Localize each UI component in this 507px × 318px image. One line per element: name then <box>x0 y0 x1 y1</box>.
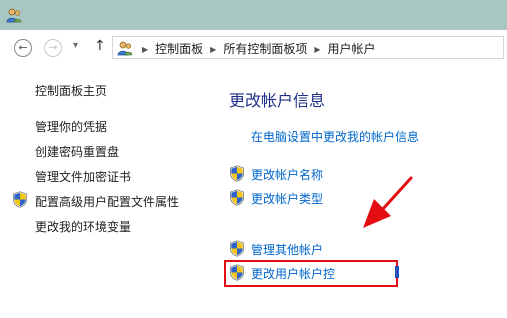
change-environment-variables-link[interactable]: 更改我的环境变量 <box>35 218 131 235</box>
text-cursor <box>395 266 399 278</box>
title-bar <box>0 0 507 30</box>
uac-shield-icon <box>13 191 27 208</box>
uac-shield-icon <box>230 189 244 206</box>
advanced-profile-properties-link[interactable]: 配置高级用户配置文件属性 <box>35 193 179 210</box>
breadcrumb-control-panel[interactable]: 控制面板 <box>155 42 203 56</box>
change-account-type-link[interactable]: 更改帐户类型 <box>251 190 323 207</box>
chevron-down-icon[interactable]: ▾ <box>73 40 78 51</box>
breadcrumb-all-items[interactable]: 所有控制面板项 <box>223 42 307 56</box>
create-reset-disk-link[interactable]: 创建密码重置盘 <box>35 143 119 160</box>
uac-shield-icon <box>230 240 244 257</box>
pc-settings-link[interactable]: 在电脑设置中更改我的帐户信息 <box>251 128 419 145</box>
chevron-right-icon[interactable]: ▶ <box>142 45 148 54</box>
change-account-name-link[interactable]: 更改帐户名称 <box>251 166 323 183</box>
chevron-right-icon[interactable]: ▶ <box>314 45 320 54</box>
navigation-bar: ← → ▾ ↑ ▶ 控制面板 ▶ 所有控制面板项 ▶ 用户帐户 <box>0 30 507 66</box>
manage-credentials-link[interactable]: 管理你的凭据 <box>35 118 107 135</box>
breadcrumb: ▶ 控制面板 ▶ 所有控制面板项 ▶ 用户帐户 <box>135 40 376 57</box>
users-icon <box>6 8 22 23</box>
page-title: 更改帐户信息 <box>229 91 326 110</box>
back-arrow-icon[interactable]: ← <box>14 39 32 57</box>
left-nav-pane: 控制面板主页 管理你的凭据 创建密码重置盘 管理文件加密证书 配置高级用户配置文… <box>0 66 220 318</box>
chevron-right-icon[interactable]: ▶ <box>210 45 216 54</box>
manage-other-accounts-link[interactable]: 管理其他帐户 <box>251 241 323 258</box>
breadcrumb-user-accounts[interactable]: 用户帐户 <box>328 42 376 56</box>
manage-encryption-certs-link[interactable]: 管理文件加密证书 <box>35 168 131 185</box>
uac-shield-icon <box>230 165 244 182</box>
users-icon <box>117 41 133 56</box>
forward-arrow-icon[interactable]: → <box>44 39 62 57</box>
control-panel-home-link[interactable]: 控制面板主页 <box>35 82 107 99</box>
address-bar[interactable]: ▶ 控制面板 ▶ 所有控制面板项 ▶ 用户帐户 <box>112 36 504 59</box>
highlight-box <box>224 260 398 287</box>
up-arrow-icon[interactable]: ↑ <box>94 38 106 54</box>
